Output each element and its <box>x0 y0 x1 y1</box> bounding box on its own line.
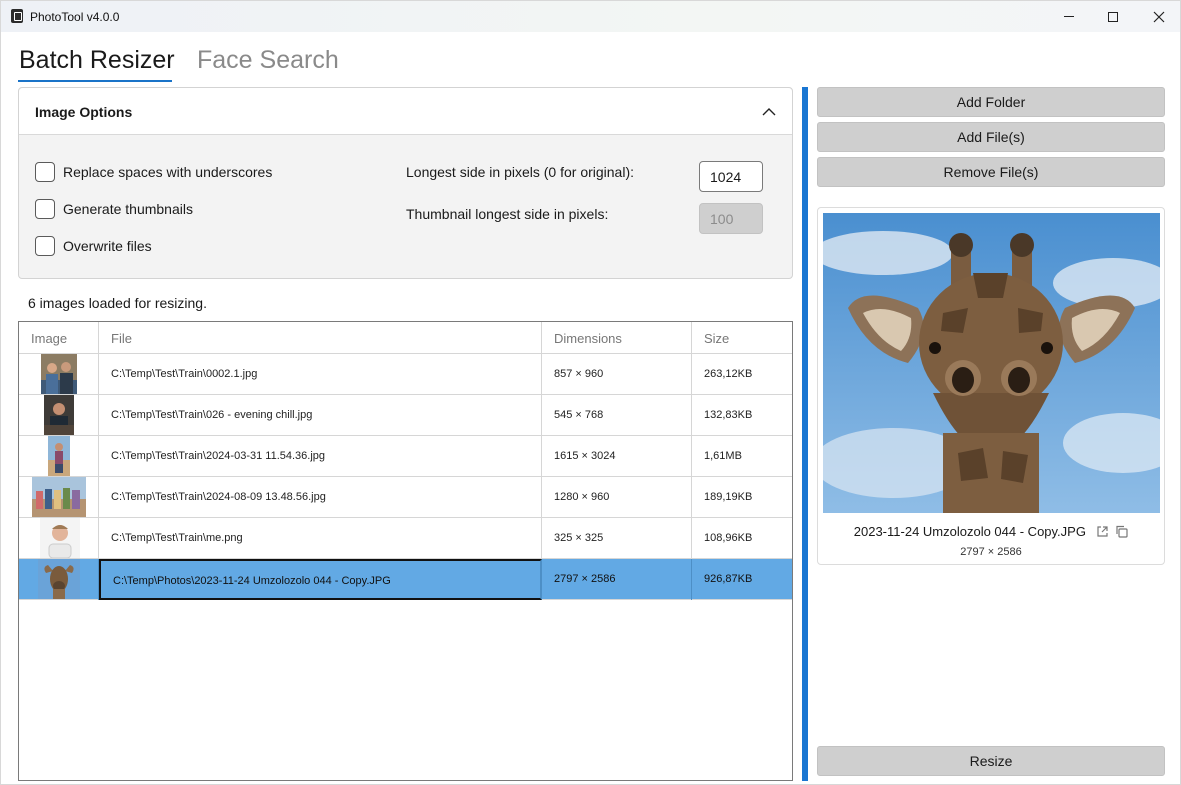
thumbnail-cell <box>19 354 99 395</box>
preview-filename: 2023-11-24 Umzolozolo 044 - Copy.JPG <box>853 524 1086 539</box>
tab-face-search[interactable]: Face Search <box>197 46 339 75</box>
size-cell: 1,61MB <box>704 450 742 462</box>
open-external-icon[interactable] <box>1096 525 1109 538</box>
column-header-file[interactable]: File <box>99 322 542 354</box>
table-header: Image File Dimensions Size <box>19 322 792 354</box>
thumbnail-image <box>44 395 74 435</box>
file-cell: C:\Temp\Photos\2023-11-24 Umzolozolo 044… <box>99 559 542 600</box>
dimensions-cell: 545 × 768 <box>542 395 692 436</box>
thumbnail-image <box>40 518 80 558</box>
thumbnail-side-input[interactable]: 100 <box>699 203 763 234</box>
longest-side-input[interactable]: 1024 <box>699 161 763 192</box>
thumbnail-cell <box>19 395 99 436</box>
generate-thumbnails-option[interactable]: Generate thumbnails <box>35 199 193 219</box>
close-icon <box>1153 11 1165 22</box>
table-row-selected[interactable]: C:\Temp\Photos\2023-11-24 Umzolozolo 044… <box>19 559 792 600</box>
resize-button[interactable]: Resize <box>817 746 1165 776</box>
window-title: PhotoTool v4.0.0 <box>30 10 120 24</box>
overwrite-files-option[interactable]: Overwrite files <box>35 236 152 256</box>
maximize-button[interactable] <box>1090 1 1136 32</box>
image-options-header[interactable]: Image Options <box>19 88 792 135</box>
app-logo-icon <box>11 9 23 23</box>
table-row[interactable]: C:\Temp\Test\Train\me.png 325 × 325 108,… <box>19 518 792 559</box>
dimensions-cell: 1280 × 960 <box>542 477 692 518</box>
size-cell: 189,19KB <box>704 491 753 503</box>
thumbnail-cell <box>19 518 99 559</box>
table-row[interactable]: C:\Temp\Test\Train\2024-03-31 11.54.36.j… <box>19 436 792 477</box>
remove-files-button[interactable]: Remove File(s) <box>817 157 1165 187</box>
file-cell: C:\Temp\Test\Train\me.png <box>99 518 542 559</box>
panel-splitter[interactable] <box>802 87 808 781</box>
thumbnail-cell <box>19 436 99 477</box>
dimensions-cell: 1615 × 3024 <box>542 436 692 477</box>
thumbnail-image <box>38 559 80 599</box>
chevron-up-icon[interactable] <box>762 105 776 119</box>
replace-spaces-label: Replace spaces with underscores <box>63 164 273 180</box>
preview-card: 2023-11-24 Umzolozolo 044 - Copy.JPG 279… <box>817 207 1165 565</box>
minimize-icon <box>1064 16 1074 17</box>
thumbnail-side-label: Thumbnail longest side in pixels: <box>406 206 609 222</box>
table-row[interactable]: C:\Temp\Test\Train\026 - evening chill.j… <box>19 395 792 436</box>
maximize-icon <box>1108 11 1118 22</box>
file-cell: C:\Temp\Test\Train\2024-08-09 13.48.56.j… <box>99 477 542 518</box>
preview-image <box>823 213 1160 513</box>
longest-side-label: Longest side in pixels (0 for original): <box>406 164 635 180</box>
image-options-title: Image Options <box>35 104 133 120</box>
copy-icon[interactable] <box>1115 525 1128 538</box>
file-cell: C:\Temp\Test\Train\2024-03-31 11.54.36.j… <box>99 436 542 477</box>
thumbnail-image <box>48 436 70 476</box>
generate-thumbnails-checkbox[interactable] <box>35 199 55 219</box>
thumbnail-cell <box>19 559 99 600</box>
minimize-button[interactable] <box>1046 1 1092 32</box>
add-folder-button[interactable]: Add Folder <box>817 87 1165 117</box>
image-table[interactable]: Image File Dimensions Size C:\Temp\Test\… <box>18 321 793 781</box>
preview-dimensions: 2797 × 2586 <box>960 546 1022 558</box>
overwrite-files-label: Overwrite files <box>63 238 152 254</box>
close-button[interactable] <box>1136 1 1181 32</box>
replace-spaces-option[interactable]: Replace spaces with underscores <box>35 162 272 182</box>
column-header-dimensions[interactable]: Dimensions <box>542 322 692 354</box>
dimensions-cell: 2797 × 2586 <box>542 559 692 600</box>
generate-thumbnails-label: Generate thumbnails <box>63 201 193 217</box>
size-cell: 263,12KB <box>704 368 753 380</box>
column-header-image[interactable]: Image <box>19 322 99 354</box>
size-cell: 926,87KB <box>704 573 753 585</box>
thumbnail-image <box>41 354 77 394</box>
image-options-panel: Image Options Replace spaces with unders… <box>18 87 793 279</box>
tab-batch-resizer[interactable]: Batch Resizer <box>19 46 175 75</box>
replace-spaces-checkbox[interactable] <box>35 162 55 182</box>
dimensions-cell: 857 × 960 <box>542 354 692 395</box>
app-window: PhotoTool v4.0.0 Batch Resizer Face Sear… <box>0 0 1181 785</box>
thumbnail-cell <box>19 477 99 518</box>
title-bar: PhotoTool v4.0.0 <box>1 1 1180 32</box>
table-row[interactable]: C:\Temp\Test\Train\0002.1.jpg 857 × 960 … <box>19 354 792 395</box>
size-cell: 108,96KB <box>704 532 753 544</box>
dimensions-cell: 325 × 325 <box>542 518 692 559</box>
table-row[interactable]: C:\Temp\Test\Train\2024-08-09 13.48.56.j… <box>19 477 792 518</box>
status-text: 6 images loaded for resizing. <box>28 295 207 311</box>
overwrite-files-checkbox[interactable] <box>35 236 55 256</box>
add-files-button[interactable]: Add File(s) <box>817 122 1165 152</box>
preview-filename-row: 2023-11-24 Umzolozolo 044 - Copy.JPG <box>818 524 1164 539</box>
column-header-size[interactable]: Size <box>692 322 792 354</box>
file-cell: C:\Temp\Test\Train\026 - evening chill.j… <box>99 395 542 436</box>
active-tab-indicator <box>18 80 172 82</box>
size-cell: 132,83KB <box>704 409 753 421</box>
thumbnail-image <box>32 477 86 517</box>
file-cell: C:\Temp\Test\Train\0002.1.jpg <box>99 354 542 395</box>
